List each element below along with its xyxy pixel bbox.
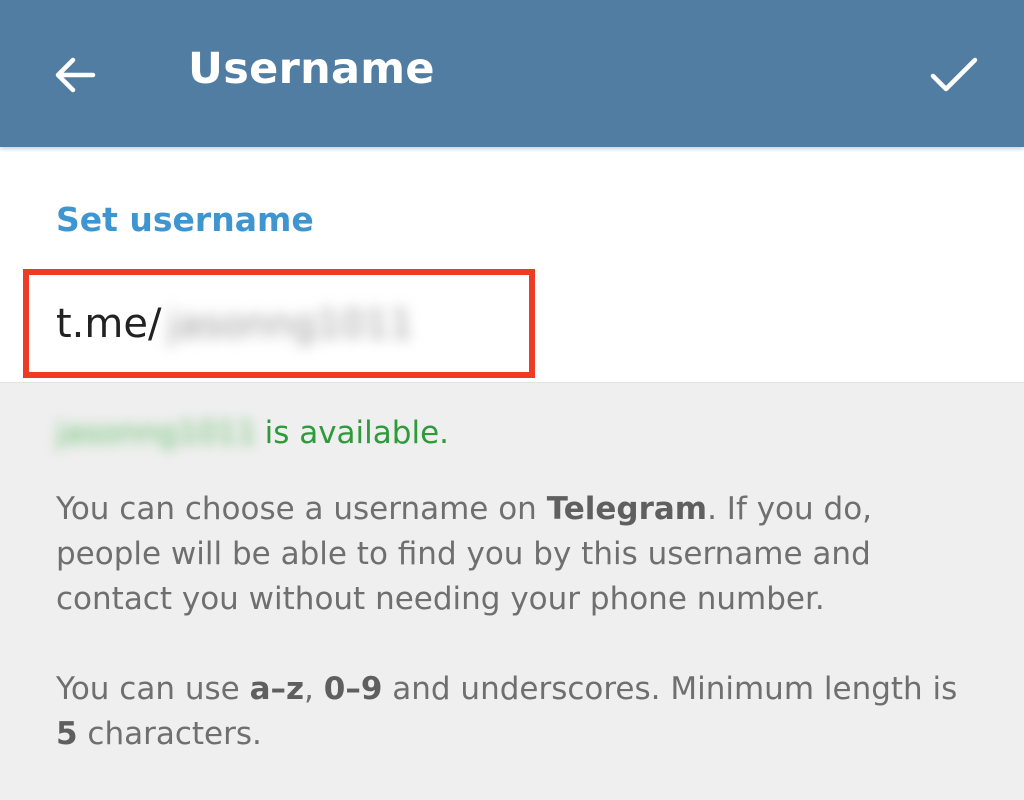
arrow-left-icon — [55, 57, 96, 93]
help-text-bold: 5 — [56, 716, 78, 752]
username-section: Set username t.me/ jasonng1011 — [0, 147, 1024, 383]
help-text-segment: , — [304, 671, 324, 707]
back-button[interactable] — [40, 40, 110, 110]
availability-status: jasonng1011 is available. — [56, 415, 986, 451]
status-message: is available. — [264, 415, 449, 451]
confirm-button[interactable] — [914, 40, 994, 110]
help-text-segment: You can choose a username on — [56, 491, 547, 527]
help-text-bold: a–z — [249, 671, 305, 707]
username-input[interactable]: t.me/ jasonng1011 — [56, 294, 413, 354]
username-value[interactable]: jasonng1011 — [167, 302, 413, 346]
checkmark-icon — [930, 57, 978, 92]
help-text-segment: characters. — [77, 716, 262, 752]
help-text-bold: 0–9 — [323, 671, 383, 707]
section-header: Set username — [56, 200, 314, 239]
app-bar: Username — [0, 0, 1024, 147]
help-paragraph-2: You can use a–z, 0–9 and underscores. Mi… — [56, 667, 986, 757]
help-paragraph-1: You can choose a username on Telegram. I… — [56, 487, 986, 622]
info-area: jasonng1011 is available. You can choose… — [56, 415, 986, 757]
page-title: Username — [188, 44, 435, 94]
status-username: jasonng1011 — [56, 415, 257, 451]
help-text-bold: Telegram — [546, 491, 708, 527]
help-text-segment: and underscores. Minimum length is — [382, 671, 958, 707]
username-prefix: t.me/ — [56, 301, 162, 347]
help-text-segment: You can use — [56, 671, 250, 707]
